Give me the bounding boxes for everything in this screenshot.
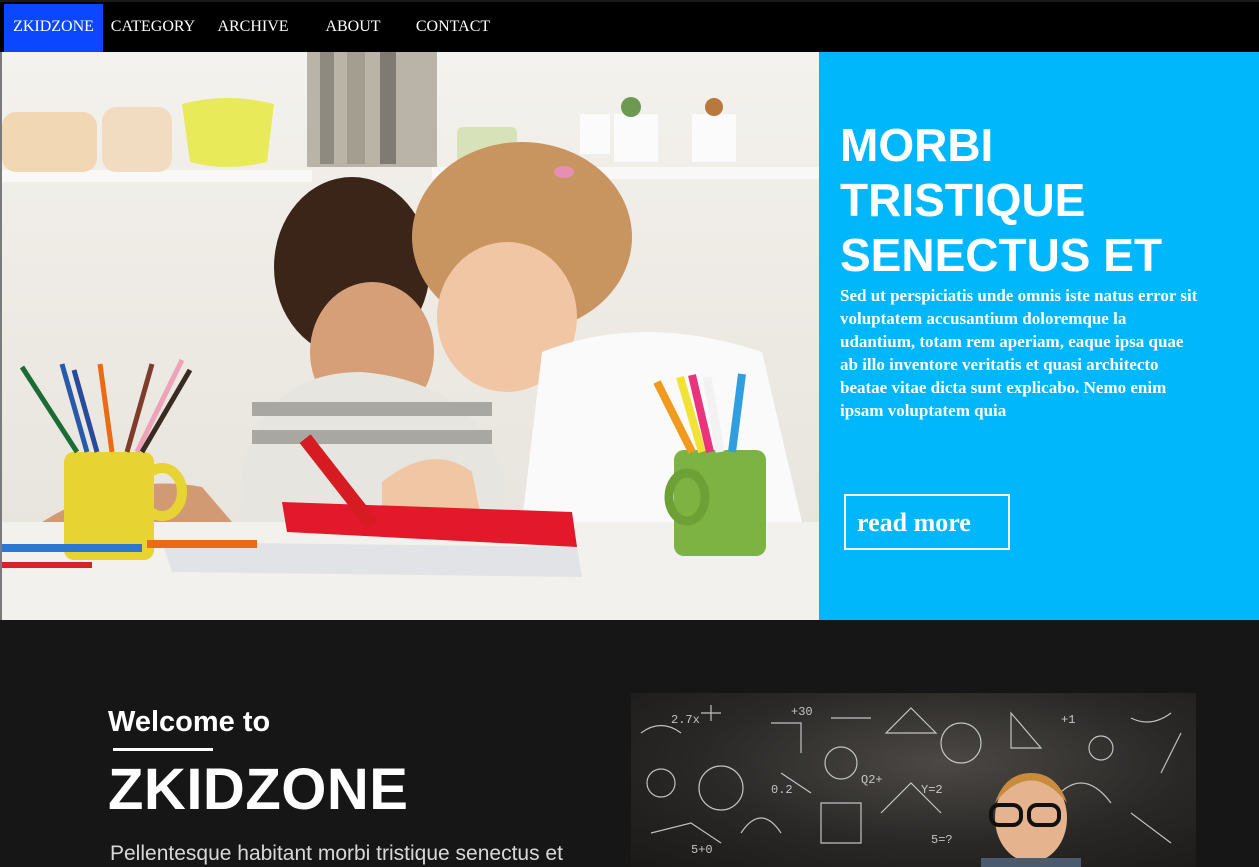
svg-text:5+0: 5+0 xyxy=(691,843,713,857)
hero-title: MORBI TRISTIQUE SENECTUS ET xyxy=(840,119,1163,281)
nav-item-archive[interactable]: ARCHIVE xyxy=(213,4,293,52)
svg-text:+1: +1 xyxy=(1061,713,1075,727)
chalkboard-illustration: 2.7x +30 Q2+ Y=2 +1 5+0 0.2 5=? xyxy=(640,705,1182,867)
top-navigation: ZKIDZONE CATEGORY ARCHIVE ABOUT CONTACT xyxy=(0,0,1259,52)
nav-item-contact[interactable]: CONTACT xyxy=(410,4,496,52)
welcome-title: ZKIDZONE xyxy=(108,757,409,822)
svg-text:2.7x: 2.7x xyxy=(671,713,700,727)
read-more-button[interactable]: read more xyxy=(844,494,1010,550)
welcome-text: Pellentesque habitant morbi tristique se… xyxy=(110,842,563,865)
svg-text:Y=2: Y=2 xyxy=(921,783,943,797)
nav-item-home[interactable]: ZKIDZONE xyxy=(4,4,103,52)
svg-text:0.2: 0.2 xyxy=(771,783,793,797)
svg-text:+30: +30 xyxy=(791,705,813,719)
hero-illustration xyxy=(2,52,819,620)
hero-image xyxy=(2,52,819,620)
chalkboard-image: 2.7x +30 Q2+ Y=2 +1 5+0 0.2 5=? xyxy=(631,693,1196,867)
svg-text:5=?: 5=? xyxy=(931,833,953,847)
hero-description: Sed ut perspiciatis unde omnis iste natu… xyxy=(840,286,1198,420)
nav-item-about[interactable]: ABOUT xyxy=(320,4,386,52)
nav-item-category[interactable]: CATEGORY xyxy=(108,4,198,52)
svg-text:Q2+: Q2+ xyxy=(861,773,883,787)
welcome-underline xyxy=(113,748,213,751)
welcome-subtitle: Welcome to xyxy=(108,706,271,738)
